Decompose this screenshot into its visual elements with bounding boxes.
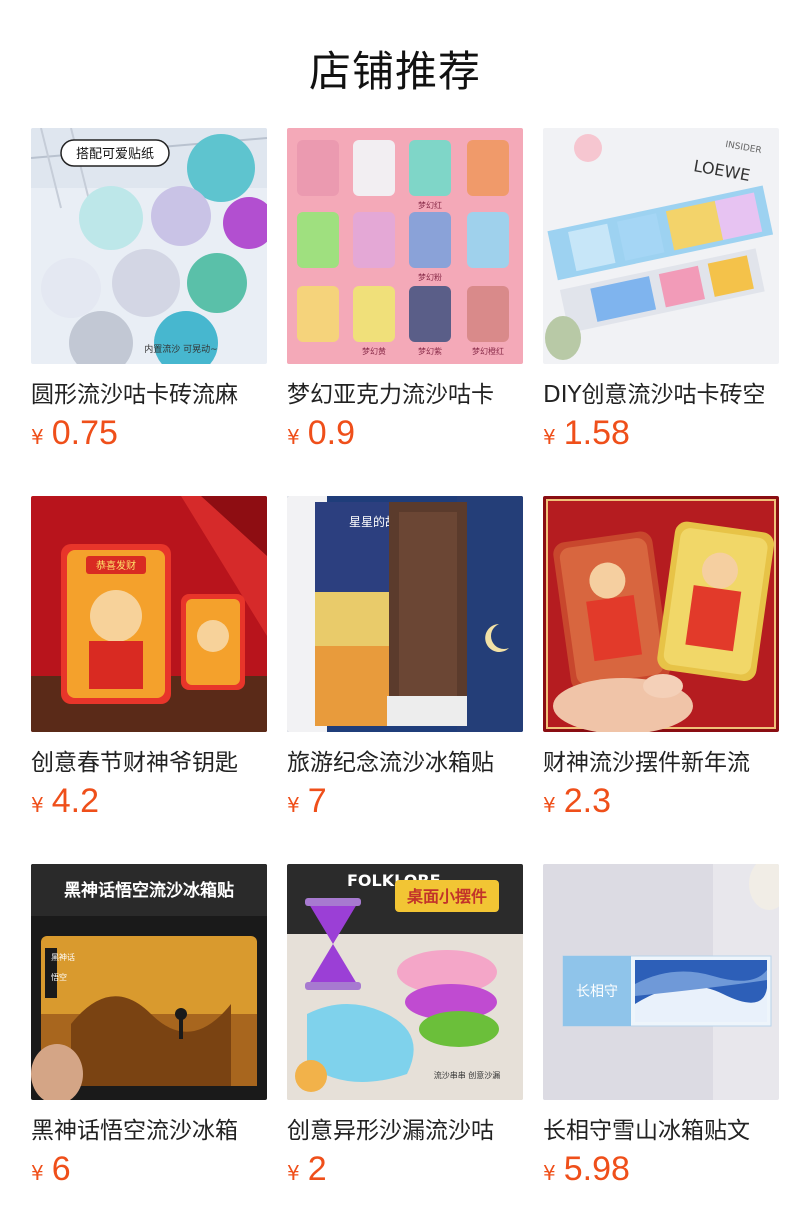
- svg-text:桌面小摆件: 桌面小摆件: [407, 887, 487, 906]
- product-image[interactable]: 黑神话悟空流沙冰箱贴 黑神话 悟空: [31, 864, 267, 1100]
- product-image[interactable]: 恭喜发财: [31, 496, 267, 732]
- svg-text:悟空: 悟空: [51, 972, 67, 982]
- price-amount: 4.2: [51, 782, 99, 820]
- svg-text:搭配可爱贴纸: 搭配可爱贴纸: [76, 146, 154, 162]
- currency-symbol: ¥: [31, 425, 44, 449]
- svg-text:内置流沙 可晃动~: 内置流沙 可晃动~: [144, 343, 217, 355]
- svg-text:长相守: 长相守: [576, 984, 618, 1000]
- svg-text:流沙串串 创意沙漏: 流沙串串 创意沙漏: [434, 1070, 501, 1080]
- product-card[interactable]: FOLKLORE 桌面小摆件 流沙串串 创意沙漏 创意异形沙漏流沙咕 ¥ 2: [287, 864, 523, 1194]
- svg-text:黑神话: 黑神话: [51, 952, 75, 962]
- product-price: ¥ 2.3: [543, 782, 779, 826]
- product-image[interactable]: 星星的故乡: [287, 496, 523, 732]
- svg-text:梦幻红: 梦幻红: [418, 200, 442, 210]
- product-grid: 搭配可爱贴纸 内置流沙 可晃动~ 圆形流沙咕卡砖流麻 ¥ 0.75 梦幻红 梦幻…: [31, 128, 790, 1232]
- product-image[interactable]: 梦幻红 梦幻粉 梦幻紫 梦幻黄 梦幻橙红: [287, 128, 523, 364]
- product-row: 恭喜发财 创意春节财神爷钥匙 ¥ 4.2 星星的故乡 旅游纪念流沙冰箱贴 ¥ 7…: [31, 496, 790, 826]
- product-image[interactable]: 长相守: [543, 864, 779, 1100]
- product-image[interactable]: [543, 496, 779, 732]
- product-card[interactable]: 搭配可爱贴纸 内置流沙 可晃动~ 圆形流沙咕卡砖流麻 ¥ 0.75: [31, 128, 267, 458]
- product-name: 梦幻亚克力流沙咕卡: [287, 382, 494, 408]
- product-name: 圆形流沙咕卡砖流麻: [31, 382, 238, 408]
- currency-symbol: ¥: [31, 793, 44, 817]
- currency-symbol: ¥: [543, 425, 556, 449]
- product-card[interactable]: LOEWE INSIDER DIY创意流沙咕卡砖空 ¥ 1.58: [543, 128, 779, 458]
- product-name: 创意异形沙漏流沙咕: [287, 1118, 494, 1144]
- currency-symbol: ¥: [31, 1161, 44, 1185]
- currency-symbol: ¥: [287, 425, 300, 449]
- product-price: ¥ 2: [287, 1150, 523, 1194]
- price-amount: 0.75: [51, 414, 118, 452]
- product-card[interactable]: 黑神话悟空流沙冰箱贴 黑神话 悟空 黑神话悟空流沙冰箱 ¥ 6: [31, 864, 267, 1194]
- product-name: 黑神话悟空流沙冰箱: [31, 1118, 238, 1144]
- price-amount: 2: [307, 1150, 327, 1188]
- price-amount: 6: [51, 1150, 71, 1188]
- product-card[interactable]: 星星的故乡 旅游纪念流沙冰箱贴 ¥ 7: [287, 496, 523, 826]
- price-amount: 5.98: [563, 1150, 630, 1188]
- product-price: ¥ 7: [287, 782, 523, 826]
- product-price: ¥ 4.2: [31, 782, 267, 826]
- product-price: ¥ 1.58: [543, 414, 779, 458]
- product-name: 创意春节财神爷钥匙: [31, 750, 238, 776]
- svg-text:梦幻橙红: 梦幻橙红: [472, 346, 504, 356]
- product-row: 黑神话悟空流沙冰箱贴 黑神话 悟空 黑神话悟空流沙冰箱 ¥ 6 FOLKLORE…: [31, 864, 790, 1194]
- svg-text:黑神话悟空流沙冰箱贴: 黑神话悟空流沙冰箱贴: [64, 880, 234, 901]
- product-price: ¥ 5.98: [543, 1150, 779, 1194]
- product-card[interactable]: 财神流沙摆件新年流 ¥ 2.3: [543, 496, 779, 826]
- product-price: ¥ 0.9: [287, 414, 523, 458]
- product-card[interactable]: 梦幻红 梦幻粉 梦幻紫 梦幻黄 梦幻橙红 梦幻亚克力流沙咕卡 ¥ 0.9: [287, 128, 523, 458]
- svg-text:梦幻紫: 梦幻紫: [418, 346, 442, 356]
- currency-symbol: ¥: [287, 1161, 300, 1185]
- currency-symbol: ¥: [543, 793, 556, 817]
- product-card[interactable]: 长相守 长相守雪山冰箱贴文 ¥ 5.98: [543, 864, 779, 1194]
- product-price: ¥ 0.75: [31, 414, 267, 458]
- price-amount: 1.58: [563, 414, 630, 452]
- product-name: 旅游纪念流沙冰箱贴: [287, 750, 494, 776]
- product-name: 财神流沙摆件新年流: [543, 750, 750, 776]
- price-amount: 7: [307, 782, 327, 820]
- svg-text:恭喜发财: 恭喜发财: [96, 559, 136, 572]
- page-title: 店铺推荐: [308, 47, 481, 96]
- product-price: ¥ 6: [31, 1150, 267, 1194]
- price-amount: 0.9: [307, 414, 355, 452]
- svg-text:梦幻黄: 梦幻黄: [362, 346, 386, 356]
- page-header: 店铺推荐: [0, 0, 790, 128]
- currency-symbol: ¥: [287, 793, 300, 817]
- product-name: DIY创意流沙咕卡砖空: [543, 382, 766, 408]
- product-image[interactable]: LOEWE INSIDER: [543, 128, 779, 364]
- product-name: 长相守雪山冰箱贴文: [543, 1118, 750, 1144]
- price-amount: 2.3: [563, 782, 611, 820]
- product-image[interactable]: 搭配可爱贴纸 内置流沙 可晃动~: [31, 128, 267, 364]
- currency-symbol: ¥: [543, 1161, 556, 1185]
- product-card[interactable]: 恭喜发财 创意春节财神爷钥匙 ¥ 4.2: [31, 496, 267, 826]
- product-image[interactable]: FOLKLORE 桌面小摆件 流沙串串 创意沙漏: [287, 864, 523, 1100]
- svg-text:梦幻粉: 梦幻粉: [418, 272, 442, 282]
- product-row: 搭配可爱贴纸 内置流沙 可晃动~ 圆形流沙咕卡砖流麻 ¥ 0.75 梦幻红 梦幻…: [31, 128, 790, 458]
